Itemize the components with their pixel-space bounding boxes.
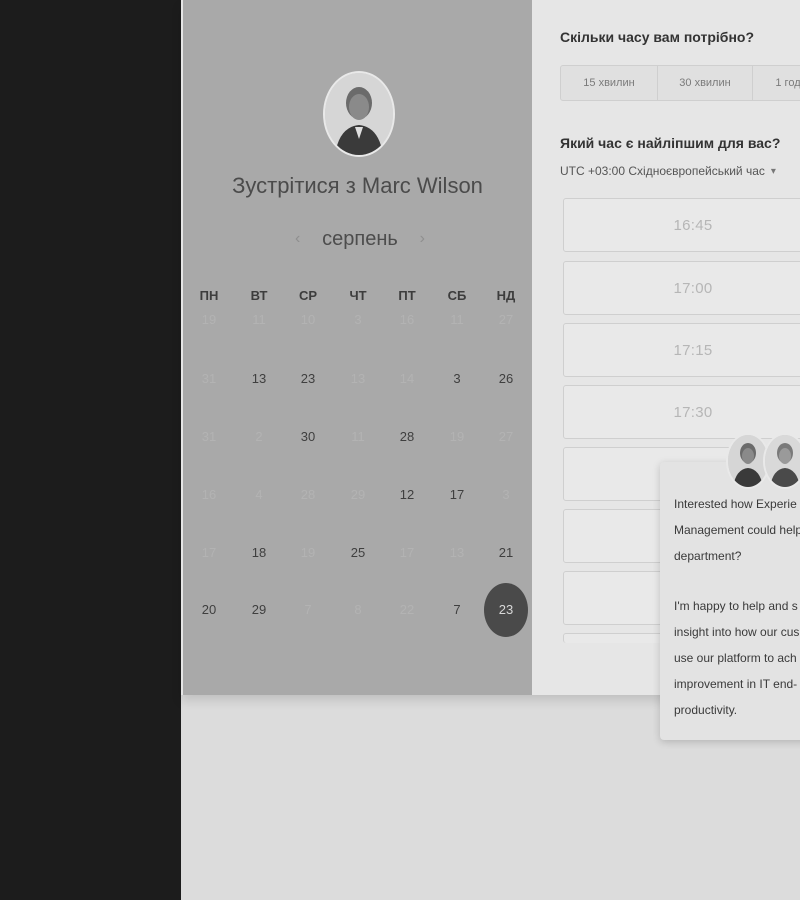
calendar-day: 13	[350, 371, 366, 386]
calendar-day: 11	[351, 429, 365, 444]
calendar-day[interactable]: 7	[437, 597, 477, 623]
calendar-day: 4	[255, 487, 263, 502]
person-photo-icon	[325, 73, 393, 155]
calendar-day[interactable]: 25	[338, 540, 378, 566]
calendar-day: 16	[399, 312, 415, 327]
month-label: серпень	[322, 227, 398, 250]
left-black-panel	[0, 0, 181, 900]
calendar-day: 3	[354, 312, 362, 327]
calendar-day[interactable]: 28	[387, 424, 427, 450]
calendar-day: 27	[498, 312, 514, 327]
duration-option-30[interactable]: 30 хвилин	[658, 66, 753, 100]
calendar-day: 11	[252, 312, 266, 327]
calendar-day: 22	[399, 602, 415, 617]
prev-month-icon[interactable]: ‹	[295, 230, 300, 248]
calendar-day: 19	[300, 545, 316, 560]
time-slot[interactable]: 17:00	[563, 261, 800, 315]
time-slot-label: 17:30	[673, 403, 713, 421]
calendar-day[interactable]: 20	[189, 597, 229, 623]
calendar-day: 19	[449, 429, 465, 444]
calendar-day[interactable]: 13	[239, 366, 279, 392]
chat-message-line: productivity.	[674, 703, 738, 717]
chat-message-line: improvement in IT end-	[674, 677, 798, 691]
weekday-label: ВТ	[250, 288, 268, 303]
calendar-day: 28	[300, 487, 316, 502]
meeting-title: Зустрітися з Marc Wilson	[232, 173, 483, 198]
time-slot[interactable]: 17:15	[563, 323, 800, 377]
calendar-day: 17	[399, 545, 415, 560]
next-month-icon[interactable]: ›	[420, 230, 425, 248]
chat-message-line: Interested how Experie	[674, 497, 797, 511]
time-question: Який час є найліпшим для вас?	[560, 135, 781, 151]
person-photo-icon	[728, 435, 768, 487]
month-navigation: ‹ серпень ›	[295, 226, 425, 252]
chat-message-line: insight into how our cus	[674, 625, 800, 639]
agent-avatar	[763, 433, 800, 489]
calendar-day: 3	[502, 487, 510, 502]
chat-message-line: department?	[674, 549, 742, 563]
host-avatar	[323, 71, 395, 157]
chat-popup[interactable]: Interested how Experie Management could …	[660, 462, 800, 740]
calendar-day: 10	[300, 312, 316, 327]
chevron-down-icon: ▾	[770, 165, 776, 177]
calendar-day[interactable]: 29	[239, 597, 279, 623]
time-slot-label: 17:15	[673, 341, 713, 359]
weekday-label: ЧТ	[349, 288, 367, 303]
calendar-day[interactable]: 18	[239, 540, 279, 566]
calendar-day: 13	[449, 545, 465, 560]
calendar-day: 2	[255, 429, 263, 444]
calendar-day[interactable]: 17	[437, 482, 477, 508]
timezone-label: UTC +03:00 Східноєвропейський час	[560, 164, 765, 178]
duration-selector: 15 хвилин 30 хвилин 1 год	[560, 65, 800, 101]
weekday-label: ПТ	[398, 288, 416, 303]
calendar-day: 16	[201, 487, 217, 502]
calendar-day: 31	[201, 371, 217, 386]
calendar-day[interactable]: 26	[486, 366, 526, 392]
timezone-selector[interactable]: UTC +03:00 Східноєвропейський час ▾	[560, 164, 776, 178]
time-slot[interactable]: 16:45	[563, 198, 800, 252]
calendar-day: 14	[399, 371, 415, 386]
calendar-day: 7	[304, 602, 312, 617]
calendar-day: 31	[201, 429, 217, 444]
weekday-label: СБ	[447, 288, 467, 303]
chat-message-line: Management could help	[674, 523, 800, 537]
person-photo-icon	[765, 435, 800, 487]
chat-message-line: use our platform to ach	[674, 651, 797, 665]
weekday-label: СР	[298, 288, 318, 303]
weekday-label: НД	[496, 288, 516, 303]
time-slot[interactable]: 17:30	[563, 385, 800, 439]
time-slot-label: 16:45	[673, 216, 713, 234]
calendar-day[interactable]: 12	[387, 482, 427, 508]
weekday-label: ПН	[199, 288, 219, 303]
calendar-day: 8	[354, 602, 362, 617]
calendar-day[interactable]: 3	[437, 366, 477, 392]
chat-agent-avatars	[726, 433, 800, 489]
duration-option-60[interactable]: 1 год	[753, 66, 800, 100]
duration-question: Скільки часу вам потрібно?	[560, 29, 755, 45]
duration-option-15[interactable]: 15 хвилин	[561, 66, 658, 100]
calendar-day: 29	[350, 487, 366, 502]
calendar-day[interactable]: 21	[486, 540, 526, 566]
time-slot-label: 17:00	[673, 279, 713, 297]
calendar-day: 17	[201, 545, 217, 560]
calendar-day: 19	[201, 312, 217, 327]
selected-day[interactable]: 23	[484, 583, 528, 637]
calendar-day: 11	[450, 312, 464, 327]
calendar-day: 27	[498, 429, 514, 444]
calendar-day[interactable]: 30	[288, 424, 328, 450]
chat-message-line: I'm happy to help and s	[674, 599, 798, 613]
calendar-day[interactable]: 23	[288, 366, 328, 392]
